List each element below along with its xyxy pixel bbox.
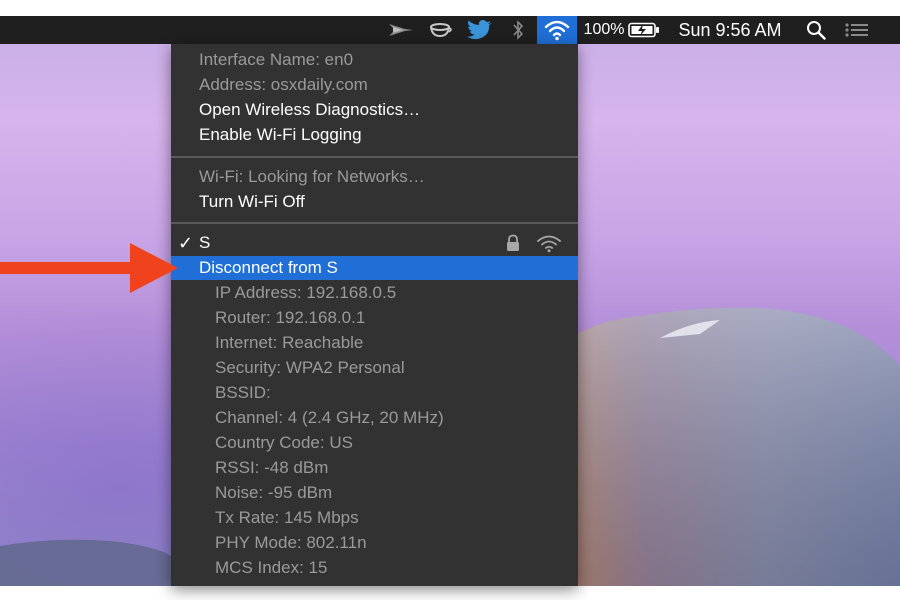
bssid-detail: BSSID: [215, 383, 271, 402]
twitter-bird-icon[interactable] [466, 16, 494, 44]
battery-percent: 100% [583, 21, 625, 38]
noise-detail: Noise: -95 dBm [215, 483, 333, 502]
disconnect-from-network-item[interactable]: Disconnect from S [171, 256, 578, 280]
arrow-shaft [0, 262, 135, 274]
interface-name-label: Interface Name: en0 [199, 50, 354, 69]
menu-separator [171, 156, 578, 158]
open-wireless-diagnostics-item[interactable]: Open Wireless Diagnostics… [171, 98, 578, 122]
bluetooth-icon[interactable] [508, 16, 528, 44]
arrow-head [130, 243, 178, 293]
turn-wifi-off-item[interactable]: Turn Wi-Fi Off [171, 190, 578, 214]
wifi-status-label: Wi-Fi: Looking for Networks… [199, 167, 425, 186]
lock-icon [507, 234, 519, 251]
enable-wifi-logging-item[interactable]: Enable Wi-Fi Logging [171, 123, 578, 147]
coffee-cup-icon[interactable] [428, 16, 454, 44]
red-arrow-annotation [0, 243, 178, 293]
phy-mode-detail: PHY Mode: 802.11n [215, 533, 367, 552]
menu-bar: 100% Sun 9:56 AM [0, 16, 900, 44]
tx-rate-detail: Tx Rate: 145 Mbps [215, 508, 359, 527]
ip-address-detail: IP Address: 192.168.0.5 [215, 283, 397, 302]
mcs-index-detail: MCS Index: 15 [215, 558, 328, 577]
wifi-signal-icon [537, 235, 561, 253]
wifi-menu-extra[interactable] [537, 16, 577, 44]
country-code-detail: Country Code: US [215, 433, 353, 452]
scissors-plane-icon[interactable] [386, 16, 416, 44]
network-item-s[interactable]: ✓ S [171, 231, 578, 255]
security-detail: Security: WPA2 Personal [215, 358, 405, 377]
network-name: S [199, 233, 211, 252]
search-icon[interactable] [803, 16, 829, 44]
router-detail: Router: 192.168.0.1 [215, 308, 366, 327]
channel-detail: Channel: 4 (2.4 GHz, 20 MHz) [215, 408, 444, 427]
rssi-detail: RSSI: -48 dBm [215, 458, 329, 477]
battery-charging-icon[interactable] [627, 16, 661, 44]
wifi-dropdown-menu: Interface Name: en0 Address: osxdaily.co… [171, 44, 578, 586]
menu-separator [171, 222, 578, 224]
internet-detail: Internet: Reachable [215, 333, 364, 352]
list-icon[interactable] [842, 16, 872, 44]
menu-bar-clock[interactable]: Sun 9:56 AM [672, 16, 788, 44]
address-label: Address: osxdaily.com [199, 75, 368, 94]
wifi-icon [544, 20, 570, 41]
